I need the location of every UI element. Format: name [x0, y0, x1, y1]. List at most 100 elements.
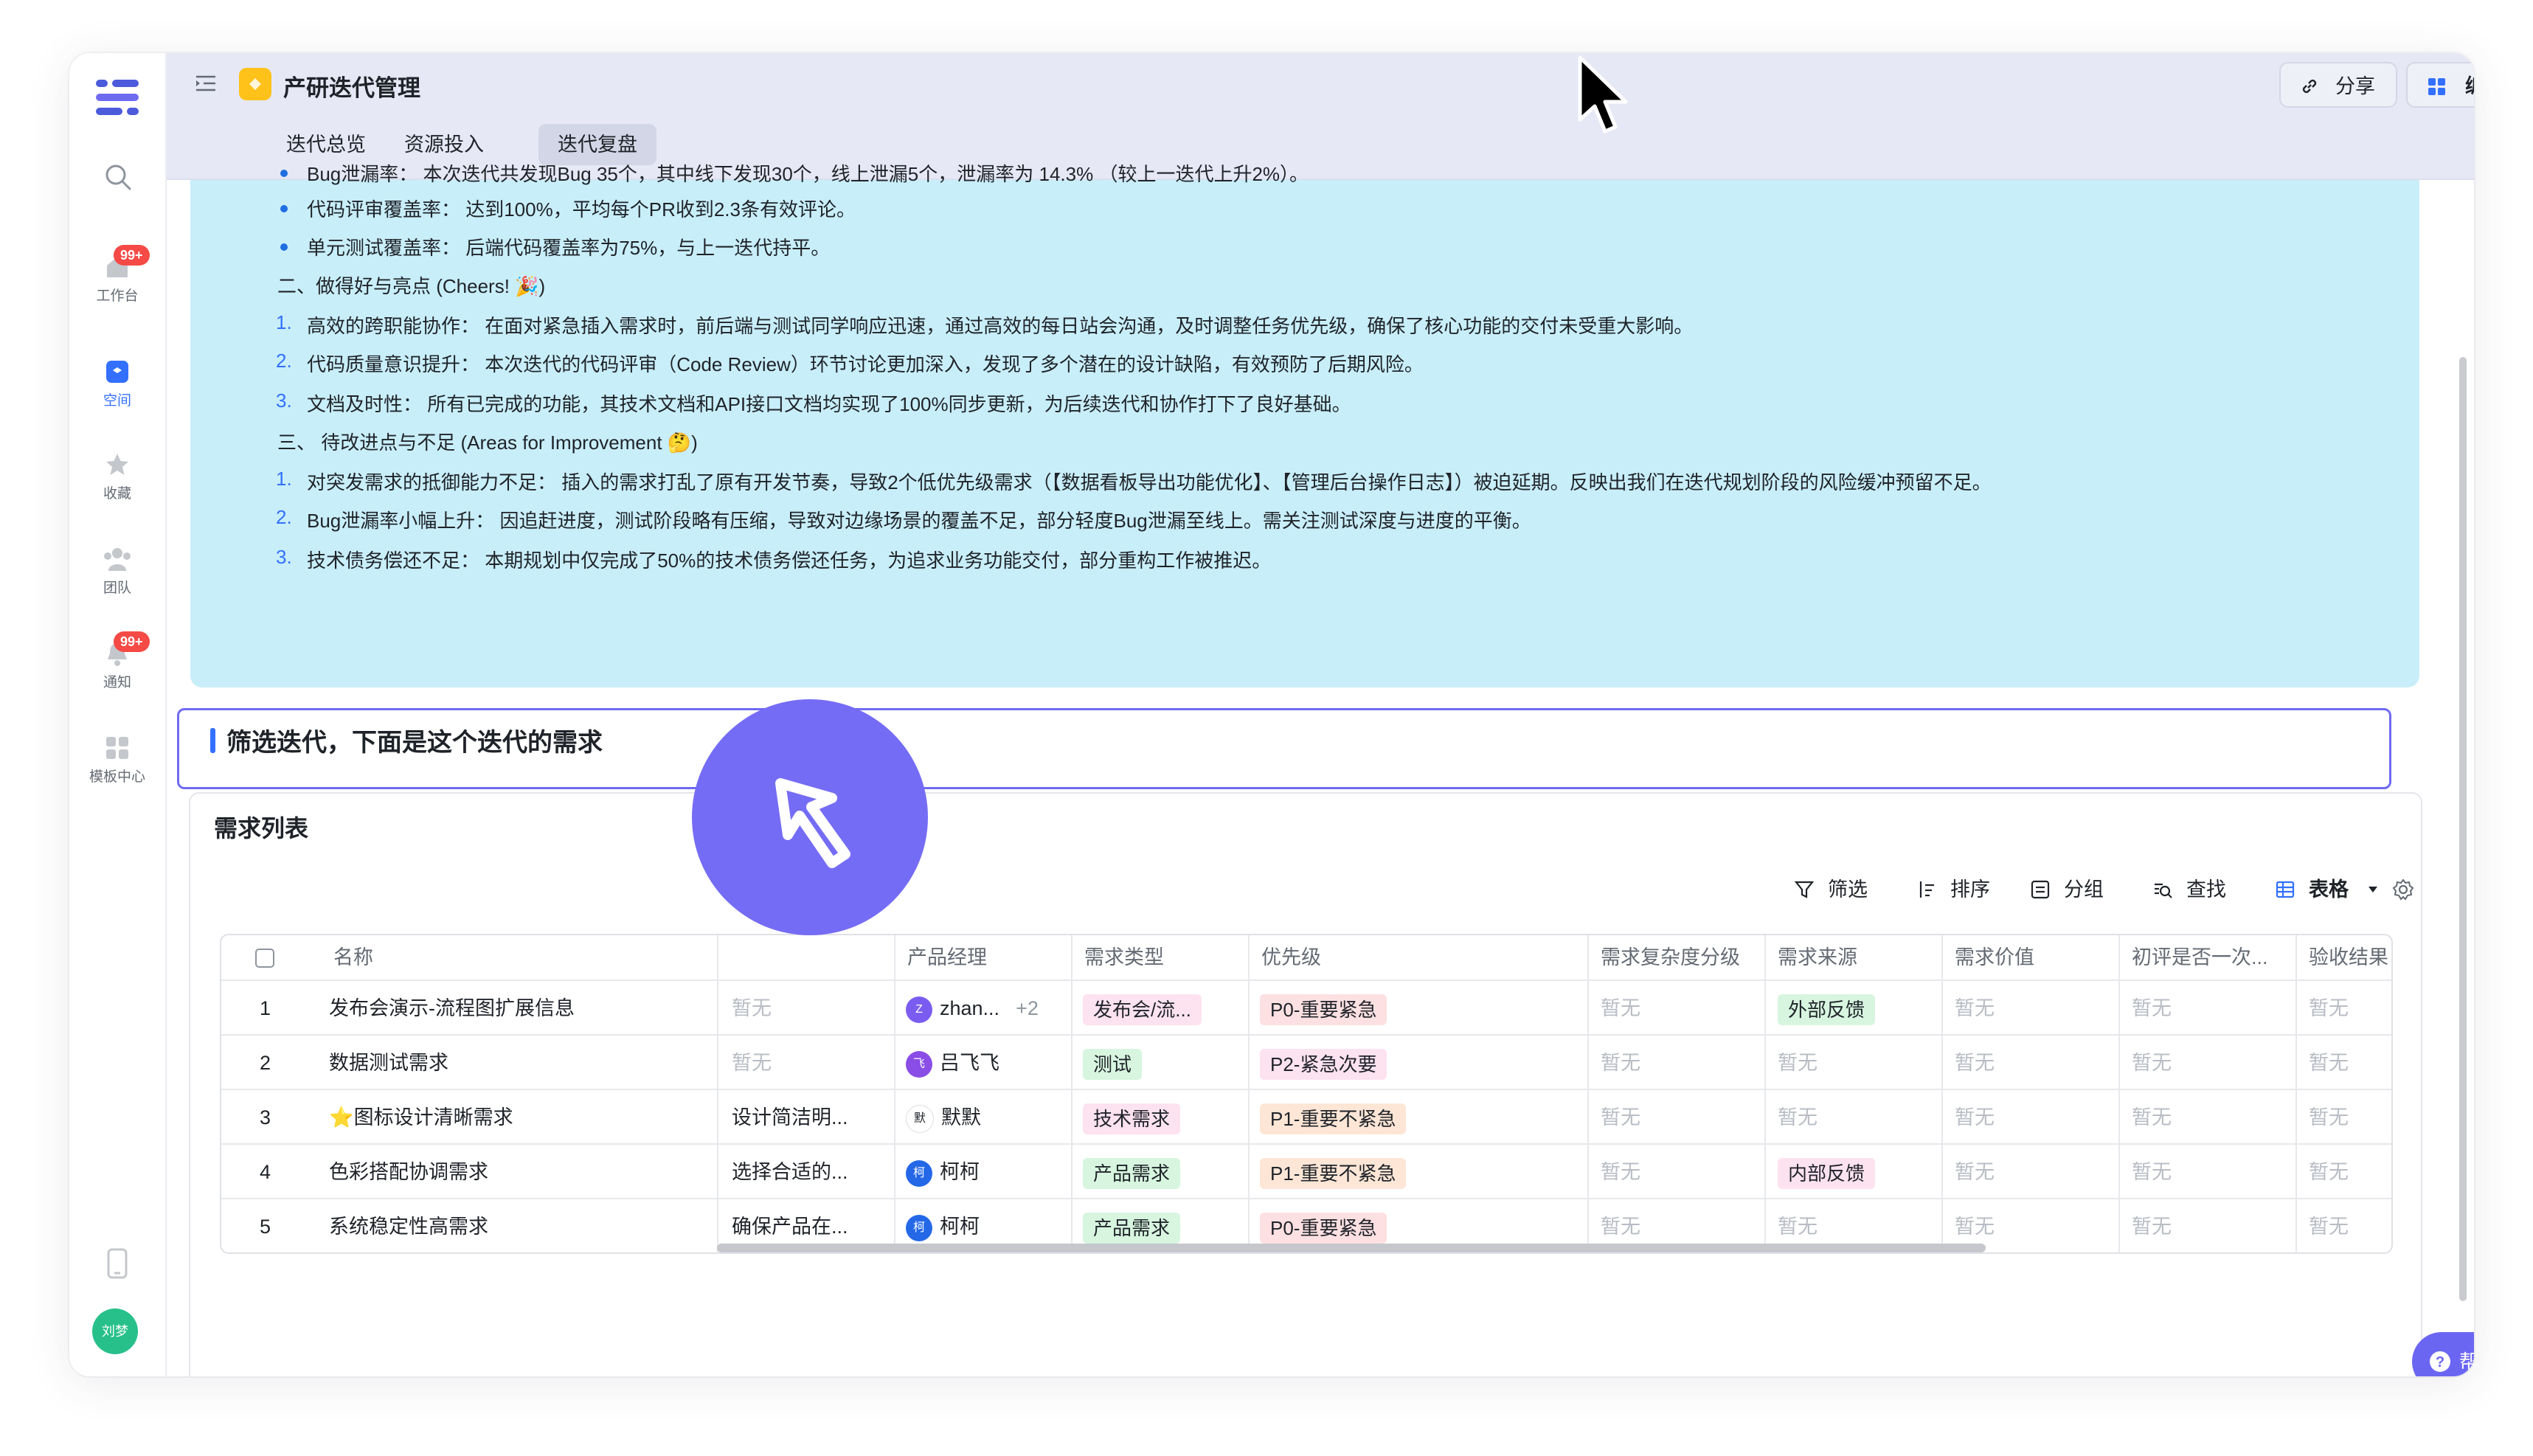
source-tag: 内部反馈 [1778, 1157, 1876, 1189]
row-acceptance[interactable]: 暂无 [2309, 1145, 2349, 1199]
row-acceptance[interactable]: 暂无 [2309, 981, 2349, 1036]
row-value[interactable]: 暂无 [1955, 1145, 1995, 1199]
column-header-type[interactable]: 需求类型 [1084, 935, 1164, 980]
row-value[interactable]: 暂无 [1955, 981, 1995, 1036]
row-first-review[interactable]: 暂无 [2132, 1036, 2172, 1090]
table-row[interactable]: 3 ⭐图标设计清晰需求 设计简洁明... 默默默 技术需求 P1-重要不紧急 暂… [221, 1089, 2391, 1145]
sidebar-toggle-icon[interactable] [193, 72, 218, 94]
row-priority[interactable]: P2-紧急次要 [1260, 1036, 1387, 1090]
edit-button[interactable]: 编辑 [2406, 62, 2474, 108]
sort-button[interactable]: 排序 [1916, 875, 1997, 904]
callout-line: 对突发需求的抵御能力不足： 插入的需求打乱了原有开发节奏，导致2个低优先级需求（… [307, 471, 1992, 493]
group-button[interactable]: 分组 [2030, 875, 2111, 904]
row-source[interactable]: 暂无 [1778, 1036, 1818, 1090]
row-type[interactable]: 发布会/流... [1083, 981, 1202, 1036]
row-pm[interactable]: Zzhan... +2 [906, 981, 1039, 1036]
row-priority[interactable]: P1-重要不紧急 [1260, 1090, 1407, 1145]
table-horizontal-scrollbar[interactable] [717, 1244, 1986, 1252]
help-button[interactable]: ? 帮助 [2412, 1332, 2474, 1376]
view-switch-button[interactable]: 表格 [2275, 875, 2378, 904]
sort-icon [1919, 881, 1934, 898]
priority-tag: P0-重要紧急 [1260, 994, 1387, 1025]
row-first-review[interactable]: 暂无 [2132, 1090, 2172, 1145]
row-first-review[interactable]: 暂无 [2132, 1199, 2172, 1252]
column-header-source[interactable]: 需求来源 [1778, 935, 1857, 980]
row-pm[interactable]: 默默默 [906, 1090, 981, 1145]
row-name[interactable]: 系统稳定性高需求 [329, 1199, 488, 1252]
app-logo-icon[interactable] [93, 75, 142, 119]
requirements-table: 名称 产品经理 需求类型 优先级 需求复杂度分级 需求来源 需求价值 初评是否一… [220, 934, 2393, 1254]
row-type[interactable]: 测试 [1083, 1036, 1143, 1090]
pm-name: 吕飞飞 [940, 1052, 999, 1074]
filter-button[interactable]: 筛选 [1794, 875, 1875, 904]
type-tag: 测试 [1083, 1048, 1143, 1080]
row-first-review[interactable]: 暂无 [2132, 1145, 2172, 1199]
group-icon [2031, 880, 2050, 899]
callout-line: 高效的跨职能协作： 在面对紧急插入需求时，前后端与测试同学响应迅速，通过高效的每… [307, 315, 1694, 337]
column-header-value[interactable]: 需求价值 [1955, 935, 2034, 980]
priority-tag: P0-重要紧急 [1260, 1212, 1387, 1244]
table-row[interactable]: 1 发布会演示-流程图扩展信息 暂无 Zzhan... +2 发布会/流... P… [221, 980, 2391, 1036]
column-header-complexity[interactable]: 需求复杂度分级 [1601, 935, 1740, 980]
row-desc[interactable]: 暂无 [732, 981, 772, 1036]
row-complexity[interactable]: 暂无 [1601, 981, 1640, 1036]
select-all-checkbox[interactable] [255, 949, 274, 968]
find-button[interactable]: 查找 [2152, 875, 2234, 904]
row-priority[interactable]: P1-重要不紧急 [1260, 1145, 1407, 1199]
share-button[interactable]: 分享 [2279, 62, 2397, 108]
row-complexity[interactable]: 暂无 [1601, 1090, 1640, 1145]
sidebar-item-space[interactable]: 空间 [69, 358, 165, 409]
pm-name: 默默 [941, 1106, 981, 1129]
content-vertical-scrollbar[interactable] [2459, 357, 2467, 1301]
row-desc[interactable]: 设计简洁明... [732, 1090, 848, 1145]
requirements-title: 需求列表 [214, 815, 309, 842]
search-icon[interactable] [103, 162, 133, 192]
row-first-review[interactable]: 暂无 [2132, 981, 2172, 1036]
content-area: Bug泄漏率： 本次迭代共发现Bug 35个，其中线下发现30个，线上泄漏5个，… [167, 163, 2474, 1376]
row-name[interactable]: 发布会演示-流程图扩展信息 [329, 981, 575, 1036]
row-source[interactable]: 外部反馈 [1778, 981, 1876, 1036]
table-row[interactable]: 4 色彩搭配协调需求 选择合适的... 柯柯柯 产品需求 P1-重要不紧急 暂无… [221, 1143, 2391, 1199]
sidebar-item-templates[interactable]: 模板中心 [69, 735, 165, 786]
star-icon [106, 454, 128, 475]
column-header-first-review[interactable]: 初评是否一次... [2132, 935, 2287, 980]
row-type[interactable]: 技术需求 [1083, 1090, 1181, 1145]
table-row[interactable]: 2 数据测试需求 暂无 飞吕飞飞 测试 P2-紧急次要 暂无 暂无 暂无 暂无 … [221, 1034, 2391, 1090]
settings-icon[interactable] [2391, 878, 2415, 901]
workbench-badge: 99+ [114, 245, 150, 266]
row-desc[interactable]: 选择合适的... [732, 1145, 848, 1199]
row-acceptance[interactable]: 暂无 [2309, 1199, 2349, 1252]
row-acceptance[interactable]: 暂无 [2309, 1036, 2349, 1090]
column-header-acceptance[interactable]: 验收结果 [2309, 935, 2390, 980]
sidebar-item-workbench[interactable]: 99+ 工作台 [69, 245, 165, 305]
back-to-top-overlay-button[interactable] [692, 699, 928, 935]
mobile-icon[interactable] [106, 1248, 128, 1279]
sidebar-item-favorites[interactable]: 收藏 [69, 451, 165, 502]
priority-tag: P1-重要不紧急 [1260, 1103, 1407, 1134]
row-value[interactable]: 暂无 [1955, 1090, 1995, 1145]
column-header-priority[interactable]: 优先级 [1261, 935, 1321, 980]
row-pm[interactable]: 飞吕飞飞 [906, 1036, 999, 1090]
section-title: 筛选迭代，下面是这个迭代的需求 [226, 729, 603, 757]
row-value[interactable]: 暂无 [1955, 1036, 1995, 1090]
section-heading-box[interactable]: 筛选迭代，下面是这个迭代的需求 [177, 708, 2391, 789]
row-complexity[interactable]: 暂无 [1601, 1036, 1640, 1090]
row-name[interactable]: 数据测试需求 [329, 1036, 448, 1090]
row-desc[interactable]: 暂无 [732, 1036, 772, 1090]
row-source[interactable]: 内部反馈 [1778, 1145, 1876, 1199]
row-complexity[interactable]: 暂无 [1601, 1145, 1640, 1199]
row-pm[interactable]: 柯柯柯 [906, 1145, 980, 1199]
sidebar-item-team[interactable]: 团队 [69, 546, 165, 597]
row-name[interactable]: ⭐图标设计清晰需求 [329, 1090, 513, 1145]
edit-icon [2428, 78, 2445, 95]
row-name[interactable]: 色彩搭配协调需求 [329, 1145, 488, 1199]
column-header-name[interactable]: 名称 [333, 935, 373, 980]
row-priority[interactable]: P0-重要紧急 [1260, 981, 1387, 1036]
row-source[interactable]: 暂无 [1778, 1090, 1818, 1145]
notifications-badge: 99+ [114, 631, 150, 652]
user-avatar[interactable]: 刘梦 [92, 1308, 138, 1354]
column-header-pm[interactable]: 产品经理 [907, 935, 987, 980]
row-type[interactable]: 产品需求 [1083, 1145, 1181, 1199]
row-acceptance[interactable]: 暂无 [2309, 1090, 2349, 1145]
sidebar-item-notifications[interactable]: 99+ 通知 [69, 631, 165, 691]
